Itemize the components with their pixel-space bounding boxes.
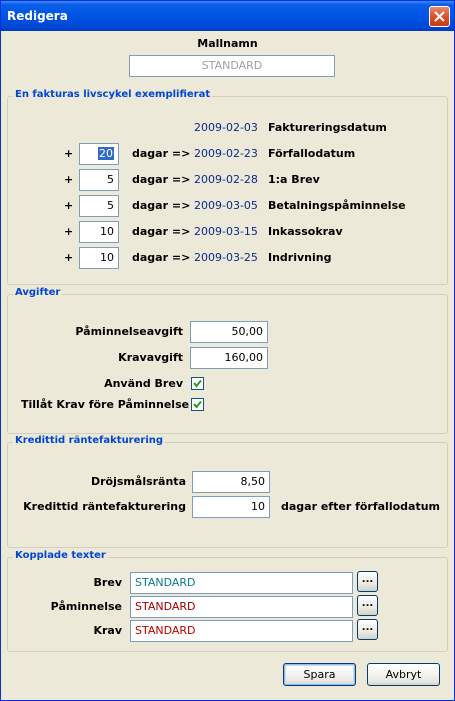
reminder-text-label: Påminnelse (50, 600, 122, 613)
allow-demand-label: Tillåt Krav före Påminnelse (21, 398, 190, 411)
credit-group-title: Kredittid räntefakturering (13, 435, 166, 446)
linked-texts-group-title: Kopplade texter (13, 550, 108, 561)
use-letter-checkbox[interactable] (191, 377, 204, 390)
credit-group: Kredittid räntefakturering (7, 435, 448, 548)
penalty-rate-label: Dröjsmålsränta (91, 475, 186, 488)
reminder-date: 2009-03-05 (194, 199, 258, 212)
close-icon (434, 11, 445, 22)
edit-dialog: Redigera Mallnamn STANDARD En fakturas l… (0, 0, 455, 701)
checkmark-icon (193, 379, 202, 388)
window-title: Redigera (7, 9, 68, 23)
plus-sign: + (64, 225, 74, 238)
demand-fee-input[interactable]: 160,00 (190, 347, 268, 369)
due-days-value: 20 (98, 147, 114, 160)
plus-sign: + (64, 147, 74, 160)
save-button[interactable]: Spara (283, 663, 356, 686)
close-button[interactable] (429, 6, 450, 27)
use-letter-label: Använd Brev (104, 377, 183, 390)
demand-text-input[interactable]: STANDARD (130, 620, 353, 642)
due-days-input[interactable]: 20 (79, 143, 119, 165)
collection-days-input[interactable]: 10 (79, 221, 119, 243)
reminder-text-input[interactable]: STANDARD (130, 596, 353, 618)
cancel-button[interactable]: Avbryt (367, 663, 440, 686)
reminder-days-input[interactable]: 5 (79, 195, 119, 217)
demand-fee-label: Kravavgift (118, 351, 183, 364)
reminder-fee-label: Påminnelseavgift (75, 325, 183, 338)
lifecycle-group-title: En fakturas livscykel exemplifierat (13, 89, 213, 100)
enforcement-days-input[interactable]: 10 (79, 247, 119, 269)
template-name-label: Mallnamn (197, 37, 258, 50)
demand-browse-button[interactable]: ... (357, 619, 378, 640)
collection-date: 2009-03-15 (194, 225, 258, 238)
plus-sign: + (64, 199, 74, 212)
letter-browse-button[interactable]: ... (357, 571, 378, 592)
days-arrow-label: dagar => (132, 173, 191, 186)
first-letter-date: 2009-02-28 (194, 173, 258, 186)
penalty-rate-input[interactable]: 8,50 (192, 471, 270, 493)
collection-label: Inkassokrav (268, 225, 343, 238)
days-arrow-label: dagar => (132, 199, 191, 212)
invoice-date: 2009-02-03 (194, 121, 258, 134)
days-arrow-label: dagar => (132, 147, 191, 160)
days-arrow-label: dagar => (132, 225, 191, 238)
days-arrow-label: dagar => (132, 251, 191, 264)
due-date: 2009-02-23 (194, 147, 258, 160)
enforcement-date: 2009-03-25 (194, 251, 258, 264)
credit-days-suffix: dagar efter förfallodatum (281, 500, 440, 513)
letter-text-label: Brev (93, 576, 122, 589)
credit-days-label: Kredittid räntefakturering (23, 500, 186, 513)
reminder-fee-input[interactable]: 50,00 (190, 321, 268, 343)
fees-group-title: Avgifter (13, 287, 63, 298)
plus-sign: + (64, 251, 74, 264)
invoice-date-label: Faktureringsdatum (268, 121, 387, 134)
enforcement-label: Indrivning (268, 251, 332, 264)
allow-demand-checkbox[interactable] (191, 398, 204, 411)
demand-text-label: Krav (93, 624, 122, 637)
due-date-label: Förfallodatum (268, 147, 356, 160)
checkmark-icon (193, 400, 202, 409)
reminder-browse-button[interactable]: ... (357, 595, 378, 616)
reminder-label: Betalningspåminnelse (268, 199, 406, 212)
plus-sign: + (64, 173, 74, 186)
first-letter-label: 1:a Brev (268, 173, 320, 186)
credit-days-input[interactable]: 10 (192, 496, 270, 518)
template-name-input[interactable]: STANDARD (129, 55, 335, 77)
title-bar[interactable]: Redigera (1, 1, 454, 31)
letter-text-input[interactable]: STANDARD (130, 572, 353, 594)
first-letter-days-input[interactable]: 5 (79, 169, 119, 191)
